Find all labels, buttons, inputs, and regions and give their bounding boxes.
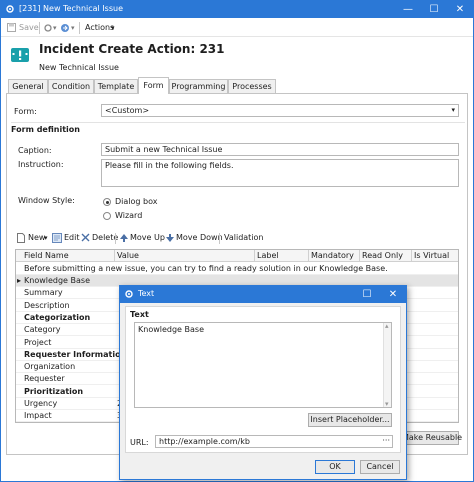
window-title: [231] New Technical Issue bbox=[19, 4, 124, 13]
radio-wizard[interactable] bbox=[103, 212, 111, 220]
actions-dropdown-icon[interactable]: ▾ bbox=[111, 22, 115, 34]
window-style-label: Window Style: bbox=[18, 196, 75, 205]
tab-condition[interactable]: Condition bbox=[48, 79, 94, 93]
dialog-text-scrollbar[interactable] bbox=[383, 322, 391, 408]
caption-label: Caption: bbox=[18, 146, 52, 155]
row-field-name: Category bbox=[24, 325, 61, 335]
incident-action-icon bbox=[11, 48, 29, 62]
form-select[interactable]: <Custom> ▾ bbox=[101, 104, 459, 117]
url-browse-button[interactable]: ··· bbox=[382, 436, 390, 445]
form-label: Form: bbox=[14, 107, 37, 116]
instruction-label: Instruction: bbox=[18, 160, 64, 169]
row-field-name: Summary bbox=[24, 288, 63, 298]
form-definition-heading: Form definition bbox=[11, 125, 80, 134]
dialog-title: Text bbox=[138, 289, 155, 298]
edit-button[interactable]: Edit bbox=[64, 232, 80, 244]
toolbar-separator bbox=[79, 22, 80, 34]
edit-icon bbox=[52, 233, 62, 243]
tab-template[interactable]: Template bbox=[94, 79, 138, 93]
grid-toolbar-separator bbox=[219, 233, 220, 244]
dialog-text-heading: Text bbox=[130, 310, 149, 319]
caption-input[interactable]: Submit a new Technical Issue bbox=[101, 143, 459, 156]
maximize-button[interactable]: ☐ bbox=[421, 1, 447, 18]
row-field-name: Prioritization bbox=[24, 386, 84, 396]
row-field-name: Impact bbox=[24, 411, 52, 421]
tab-processes[interactable]: Processes bbox=[228, 79, 276, 93]
dialog-close-button[interactable]: ✕ bbox=[380, 286, 406, 303]
move-up-button[interactable]: Move Up bbox=[130, 232, 165, 244]
delete-icon bbox=[81, 233, 90, 242]
dialog-gear-icon bbox=[125, 290, 133, 298]
url-input[interactable]: http://example.com/kb ··· bbox=[155, 435, 393, 448]
new-button[interactable]: New bbox=[28, 232, 45, 244]
grid-header: Field Name Value Label Mandatory Read On… bbox=[16, 250, 458, 262]
row-field-name: Urgency bbox=[24, 399, 58, 408]
navigate-dropdown-icon[interactable]: ▾ bbox=[71, 22, 75, 34]
info-row[interactable]: Before submitting a new issue, you can t… bbox=[16, 263, 458, 275]
save-icon bbox=[7, 23, 16, 32]
radio-wizard-label[interactable]: Wizard bbox=[115, 211, 142, 220]
radio-dialog-box-label[interactable]: Dialog box bbox=[115, 197, 157, 206]
insert-placeholder-button[interactable]: Insert Placeholder... bbox=[308, 413, 392, 427]
row-field-name: Project bbox=[24, 337, 52, 347]
row-field-name: Categorization bbox=[24, 312, 91, 322]
page-subtitle: New Technical Issue bbox=[39, 63, 119, 72]
row-field-name: Description bbox=[24, 300, 70, 310]
navigate-icon[interactable] bbox=[60, 23, 70, 33]
tab-programming[interactable]: Programming bbox=[169, 79, 228, 93]
actions-menu[interactable]: Actions bbox=[85, 22, 114, 34]
move-down-icon bbox=[166, 234, 174, 242]
text-dialog: Text ☐ ✕ Text Knowledge Base Insert Plac… bbox=[119, 285, 407, 480]
row-field-name: Organization bbox=[24, 362, 76, 372]
new-file-icon bbox=[17, 233, 25, 243]
ok-button[interactable]: OK bbox=[315, 460, 355, 474]
row-field-name: Requester Information bbox=[24, 349, 127, 359]
close-button[interactable]: ✕ bbox=[447, 1, 473, 18]
radio-dialog-box[interactable] bbox=[103, 198, 111, 206]
row-field-name: Requester bbox=[24, 374, 65, 384]
column-header[interactable]: Read Only bbox=[362, 251, 403, 260]
settings-dropdown-icon[interactable]: ▾ bbox=[53, 22, 57, 34]
save-button[interactable]: Save bbox=[19, 22, 39, 34]
info-row-text: Before submitting a new issue, you can t… bbox=[24, 264, 388, 273]
chevron-down-icon: ▾ bbox=[451, 106, 455, 114]
cancel-button[interactable]: Cancel bbox=[360, 460, 400, 474]
column-header[interactable]: Value bbox=[117, 251, 139, 260]
divider bbox=[11, 122, 465, 123]
validation-button[interactable]: Validation bbox=[224, 232, 264, 244]
column-header[interactable]: Mandatory bbox=[311, 251, 354, 260]
row-pointer-icon: ▸ bbox=[17, 276, 22, 285]
dialog-text-value: Knowledge Base bbox=[138, 325, 204, 334]
column-header[interactable]: Is Virtual bbox=[414, 251, 449, 260]
tab-general[interactable]: General bbox=[8, 79, 48, 93]
column-header[interactable]: Field Name bbox=[24, 251, 69, 260]
app-gear-icon bbox=[6, 5, 14, 13]
dialog-text-input[interactable]: Knowledge Base bbox=[134, 322, 392, 408]
move-down-button[interactable]: Move Down bbox=[176, 232, 223, 244]
url-label: URL: bbox=[130, 438, 149, 447]
dialog-content: Text Knowledge Base Insert Placeholder..… bbox=[125, 306, 401, 453]
tab-form[interactable]: Form bbox=[138, 77, 169, 94]
grid-toolbar-separator bbox=[115, 233, 116, 244]
settings-icon[interactable] bbox=[43, 23, 53, 33]
make-reusable-button[interactable]: Make Reusable bbox=[401, 431, 462, 445]
toolbar-separator bbox=[39, 22, 40, 34]
form-select-value: <Custom> bbox=[105, 106, 150, 115]
dialog-title-bar[interactable]: Text ☐ ✕ bbox=[120, 286, 406, 303]
new-dropdown-icon[interactable]: ▾ bbox=[44, 232, 48, 244]
title-bar[interactable]: [231] New Technical Issue — ☐ ✕ bbox=[1, 1, 473, 18]
url-value: http://example.com/kb bbox=[159, 437, 250, 446]
toolbar: Save ▾ ▾ Actions ▾ bbox=[1, 19, 473, 37]
page-title: Incident Create Action: 231 bbox=[39, 42, 225, 56]
dialog-maximize-button[interactable]: ☐ bbox=[354, 286, 380, 303]
minimize-button[interactable]: — bbox=[395, 1, 421, 18]
move-up-icon bbox=[120, 234, 128, 242]
instruction-textarea[interactable]: Please fill in the following fields. bbox=[101, 159, 459, 187]
column-header[interactable]: Label bbox=[257, 251, 279, 260]
row-field-name: Knowledge Base bbox=[24, 276, 90, 285]
